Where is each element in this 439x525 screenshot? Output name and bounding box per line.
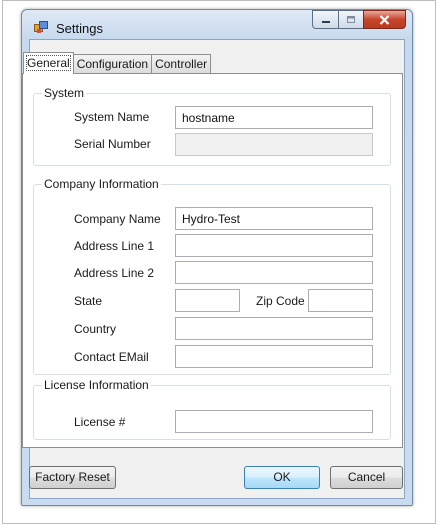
zip-code-label: Zip Code: [256, 294, 305, 308]
country-input[interactable]: [175, 317, 373, 340]
company-group-legend: Company Information: [42, 177, 161, 191]
company-name-label: Company Name: [74, 212, 161, 226]
tab-controller-label: Controller: [155, 57, 208, 71]
address-line-2-label: Address Line 2: [74, 266, 155, 280]
window-title: Settings: [56, 21, 103, 36]
caption-buttons: [312, 10, 406, 30]
address-line-1-input[interactable]: [175, 234, 373, 257]
tab-strip: General Configuration Controller: [23, 52, 212, 74]
cancel-button[interactable]: Cancel: [330, 466, 403, 489]
tab-general-label: General: [26, 55, 71, 71]
close-icon: [379, 14, 390, 25]
company-name-input[interactable]: [175, 207, 373, 230]
state-label: State: [74, 294, 103, 308]
factory-reset-button[interactable]: Factory Reset: [29, 466, 116, 489]
serial-number-input[interactable]: [175, 133, 373, 156]
system-group-legend: System: [42, 86, 87, 100]
license-number-label: License #: [74, 415, 126, 429]
tab-controller[interactable]: Controller: [151, 54, 212, 73]
tab-configuration-label: Configuration: [76, 57, 149, 71]
general-tab-panel: System System Name Serial Number Company…: [22, 73, 403, 448]
address-line-2-input[interactable]: [175, 261, 373, 284]
address-line-1-label: Address Line 1: [74, 239, 155, 253]
serial-number-label: Serial Number: [74, 137, 151, 151]
contact-email-label: Contact EMail: [74, 350, 149, 364]
minimize-icon: [321, 20, 330, 23]
country-label: Country: [74, 322, 117, 336]
minimize-button[interactable]: [312, 10, 338, 29]
tab-general[interactable]: General: [23, 52, 74, 74]
title-bar[interactable]: Settings: [22, 10, 412, 40]
state-input[interactable]: [175, 289, 240, 312]
settings-window-icon: [34, 21, 48, 33]
contact-email-input[interactable]: [175, 345, 373, 368]
license-number-input[interactable]: [175, 410, 373, 433]
maximize-button[interactable]: [338, 10, 363, 29]
ok-button[interactable]: OK: [244, 466, 320, 489]
maximize-icon: [347, 16, 355, 23]
system-name-label: System Name: [74, 110, 150, 124]
tab-configuration[interactable]: Configuration: [72, 54, 153, 73]
zip-code-input[interactable]: [308, 289, 373, 312]
close-button[interactable]: [363, 10, 406, 29]
license-group-legend: License Information: [42, 378, 151, 392]
system-name-input[interactable]: [175, 106, 373, 129]
